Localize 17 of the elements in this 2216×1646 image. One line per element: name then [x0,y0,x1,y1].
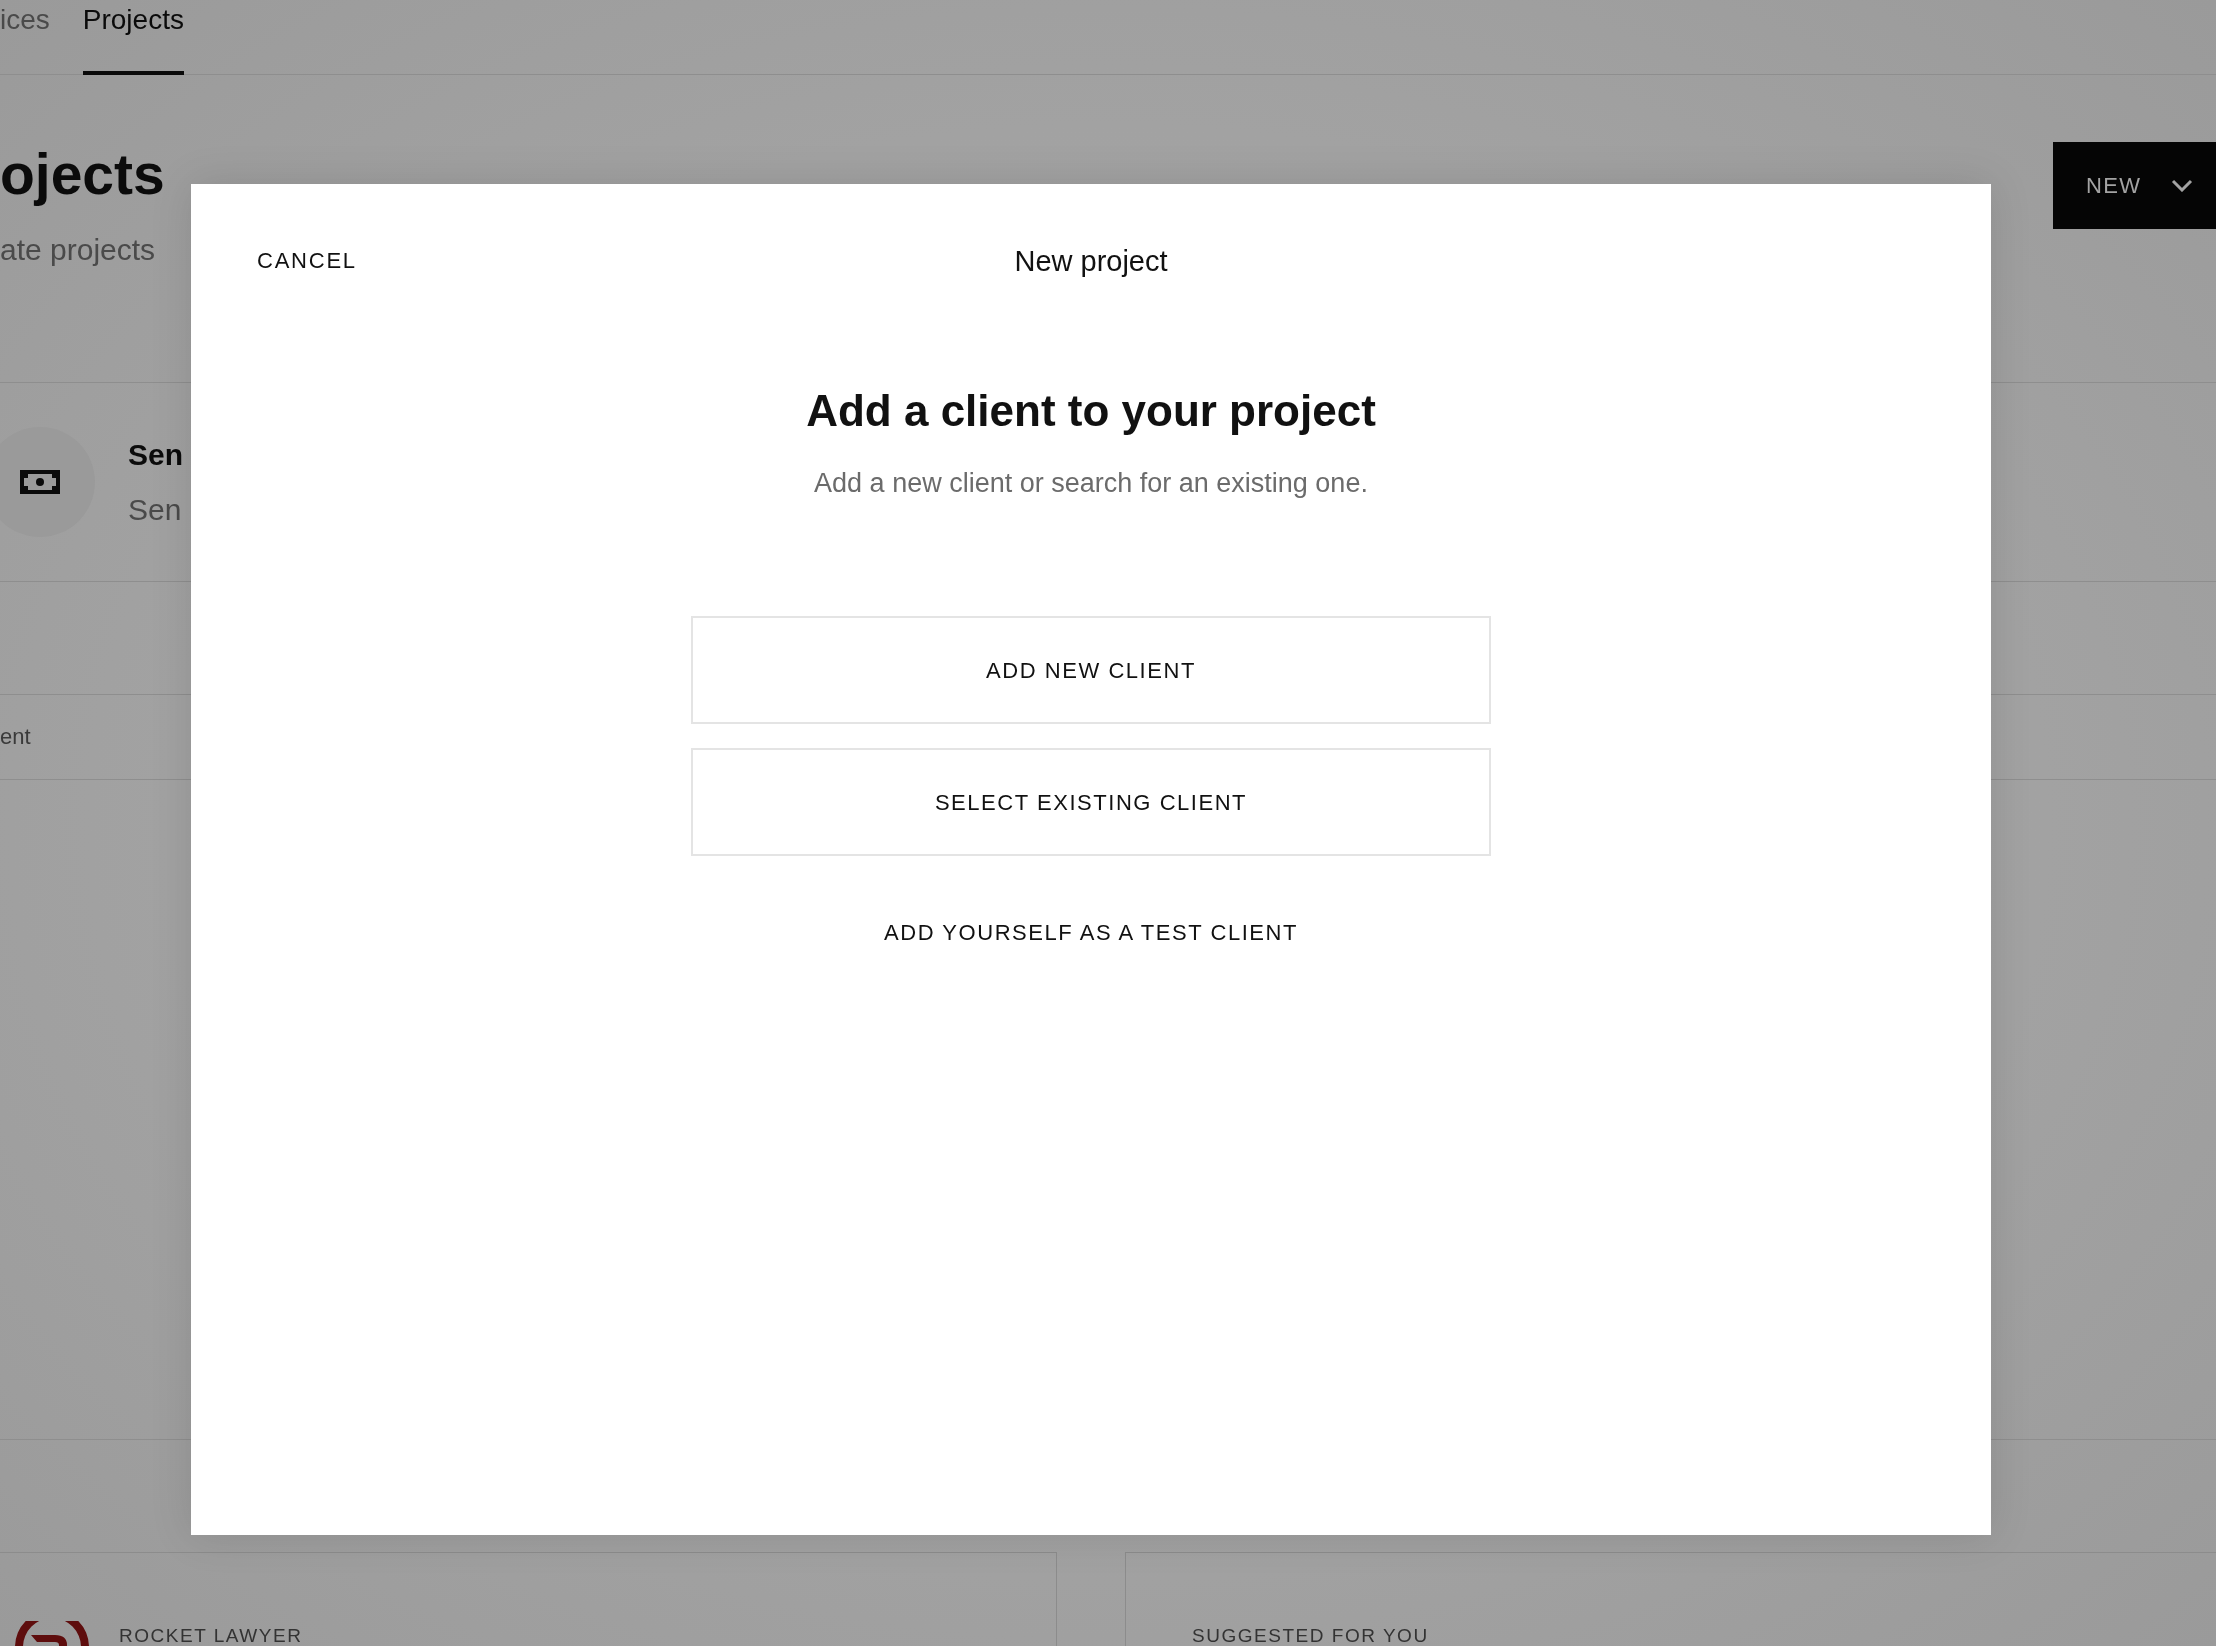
nav-tab[interactable]: Projects [82,0,184,75]
card-label: ROCKET LAWYER [119,1625,303,1646]
option-button[interactable]: ADD NEW CLIENT [691,616,1491,724]
card-title: Sen [128,436,184,473]
dialog-heading: Add a client to your project [806,386,1376,436]
cancel-button[interactable]: CANCEL [257,244,357,278]
card-label: SUGGESTED FOR YOU [1192,1625,1429,1646]
dialog-title: New project [1014,244,1168,278]
dialog-subheading: Add a new client or search for an existing one. [814,467,1368,500]
option-button[interactable]: SELECT EXISTING CLIENT [691,748,1491,856]
page-title: ojects [0,141,165,207]
chevron-down-icon [2171,179,2194,192]
page-subtitle: ate projects [0,232,157,268]
new-button[interactable]: NEW [2053,142,2216,229]
card-subtitle: Sen [128,491,183,528]
section-label: ent [0,723,31,751]
test-client-link[interactable]: ADD YOURSELF AS A TEST CLIENT [884,918,1298,948]
